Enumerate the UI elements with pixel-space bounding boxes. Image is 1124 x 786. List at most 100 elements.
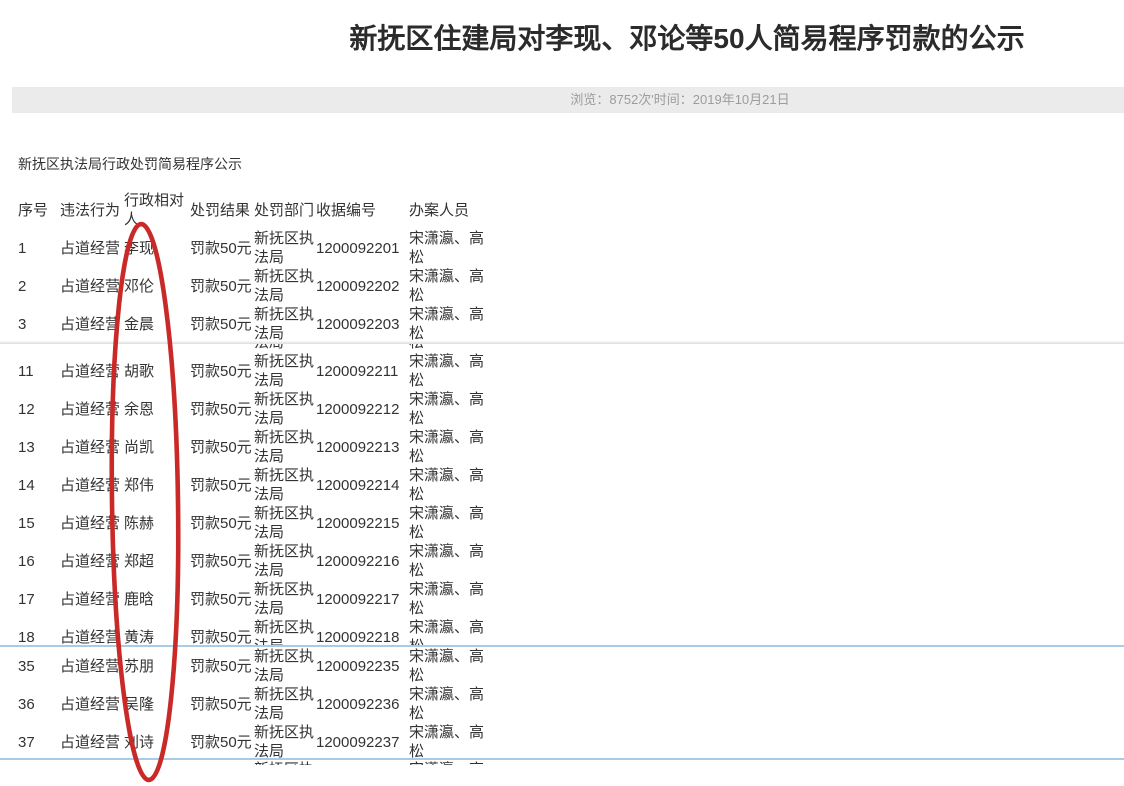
cell-department: 新抚区执法局 xyxy=(254,647,316,685)
cell-no: 13 xyxy=(18,428,60,466)
cell-person: 郑超 xyxy=(124,542,190,580)
penalty-table: 10 占道经营 罚款50元 新抚区执法局 1200092210 宋潇瀛、高松 1… xyxy=(18,344,489,645)
cell-person: 郑伟 xyxy=(124,466,190,504)
cell-no: 3 xyxy=(18,305,60,341)
cell-result: 罚款50元 xyxy=(190,542,254,580)
cell-department: 新抚区执法局 xyxy=(254,344,316,352)
table-row: 3 占道经营 金晨 罚款50元 新抚区执法局 1200092203 宋潇瀛、高松 xyxy=(18,305,489,341)
table-row: 37 占道经营 刘诗 罚款50元 新抚区执法局 1200092237 宋潇瀛、高… xyxy=(18,723,489,758)
cell-handlers: 宋潇瀛、高松 xyxy=(409,580,489,618)
table-row: 16 占道经营 郑超 罚款50元 新抚区执法局 1200092216 宋潇瀛、高… xyxy=(18,542,489,580)
cell-result: 罚款50元 xyxy=(190,352,254,390)
table-row: 1 占道经营 李现 罚款50元 新抚区执法局 1200092201 宋潇瀛、高松 xyxy=(18,229,489,267)
table-segment-2: 10 占道经营 罚款50元 新抚区执法局 1200092210 宋潇瀛、高松 1… xyxy=(0,344,1124,645)
cell-person: 刘诗 xyxy=(124,723,190,758)
cell-result: 罚款50元 xyxy=(190,504,254,542)
cell-handlers: 宋潇瀛、高松 xyxy=(409,685,489,723)
cell-department: 新抚区执法局 xyxy=(254,428,316,466)
cell-behavior: 占道经营 xyxy=(60,618,124,645)
cell-no: 17 xyxy=(18,580,60,618)
cell-result: 罚款50元 xyxy=(190,428,254,466)
cell-behavior: 占道经营 xyxy=(60,723,124,758)
cell-person: 李现 xyxy=(124,229,190,267)
cell-department: 新抚区执法局 xyxy=(254,466,316,504)
cell-behavior: 占道经营 xyxy=(60,504,124,542)
cell-person: 金晨 xyxy=(124,305,190,341)
col-header-receipt: 收据编号 xyxy=(316,191,409,229)
cell-department: 新抚区执法局 xyxy=(254,390,316,428)
cell-receipt: 1200092217 xyxy=(316,580,409,618)
cell-no: 12 xyxy=(18,390,60,428)
cell-handlers: 宋潇瀛、高松 xyxy=(409,504,489,542)
cell-behavior: 占道经营 xyxy=(60,466,124,504)
cell-handlers: 宋潇瀛、高松 xyxy=(409,428,489,466)
cell-receipt: 1200092203 xyxy=(316,305,409,341)
col-header-person: 行政相对人 xyxy=(124,191,190,229)
cell-result: 罚款50元 xyxy=(190,618,254,645)
cell-handlers: 宋潇瀛、高松 xyxy=(409,723,489,758)
cell-no: 10 xyxy=(18,344,60,352)
cell-person: 陈赫 xyxy=(124,504,190,542)
table-row: 14 占道经营 郑伟 罚款50元 新抚区执法局 1200092214 宋潇瀛、高… xyxy=(18,466,489,504)
table-row: 35 占道经营 苏朋 罚款50元 新抚区执法局 1200092235 宋潇瀛、高… xyxy=(18,647,489,685)
cell-no: 15 xyxy=(18,504,60,542)
table-header-row: 序号 违法行为 行政相对人 处罚结果 处罚部门 收据编号 办案人员 xyxy=(18,191,489,229)
table-row: 10 占道经营 罚款50元 新抚区执法局 1200092210 宋潇瀛、高松 xyxy=(18,344,489,352)
cell-receipt: 1200092212 xyxy=(316,390,409,428)
cell-receipt: 1200092237 xyxy=(316,723,409,758)
cell-department: 新抚区执法局 xyxy=(254,305,316,341)
cell-department: 新抚区执法局 xyxy=(254,580,316,618)
penalty-table: 序号 违法行为 行政相对人 处罚结果 处罚部门 收据编号 办案人员 1 占道经营… xyxy=(18,191,489,341)
cell-department: 新抚区执法局 xyxy=(254,723,316,758)
cell-department: 新抚区执法局 xyxy=(254,229,316,267)
cell-no: 35 xyxy=(18,647,60,685)
cell-receipt: 1200092201 xyxy=(316,229,409,267)
cell-person: 胡歌 xyxy=(124,352,190,390)
col-header-result: 处罚结果 xyxy=(190,191,254,229)
cell-receipt: 1200092236 xyxy=(316,685,409,723)
col-header-behavior: 违法行为 xyxy=(60,191,124,229)
table-row: 13 占道经营 尚凯 罚款50元 新抚区执法局 1200092213 宋潇瀛、高… xyxy=(18,428,489,466)
cell-handlers: 宋潇瀛、高松 xyxy=(409,390,489,428)
cell-result: 罚款50元 xyxy=(190,685,254,723)
cell-person: 吴隆 xyxy=(124,685,190,723)
cell-no: 16 xyxy=(18,542,60,580)
cell-handlers: 宋潇瀛、高松 xyxy=(409,542,489,580)
intro-line: 新抚区执法局行政处罚简易程序公示 xyxy=(18,156,1124,173)
cell-receipt: 1200092210 xyxy=(316,344,409,352)
cell-person: 苏朋 xyxy=(124,647,190,685)
cell-department: 新抚区执法局 xyxy=(254,352,316,390)
cell-person: 黄涛 xyxy=(124,618,190,645)
penalty-table: 35 占道经营 苏朋 罚款50元 新抚区执法局 1200092235 宋潇瀛、高… xyxy=(18,647,489,758)
cell-result: 罚款50元 xyxy=(190,647,254,685)
cell-department: 新抚区执法局 xyxy=(254,685,316,723)
cell-receipt: 1200092214 xyxy=(316,466,409,504)
cell-department: 新抚区执法局 xyxy=(254,267,316,305)
cell-no: 2 xyxy=(18,267,60,305)
cell-result: 罚款50元 xyxy=(190,305,254,341)
table-row: 36 占道经营 吴隆 罚款50元 新抚区执法局 1200092236 宋潇瀛、高… xyxy=(18,685,489,723)
cell-handlers: 宋潇瀛、高松 xyxy=(409,305,489,341)
col-header-no: 序号 xyxy=(18,191,60,229)
cell-result: 罚款50元 xyxy=(190,267,254,305)
cell-no: 14 xyxy=(18,466,60,504)
cell-handlers: 宋潇瀛、高松 xyxy=(409,229,489,267)
table-segment-3: 35 占道经营 苏朋 罚款50元 新抚区执法局 1200092235 宋潇瀛、高… xyxy=(0,647,1124,758)
cell-department: 新抚区执法局 xyxy=(254,504,316,542)
cell-behavior: 占道经营 xyxy=(60,229,124,267)
cell-department: 新抚区执法局 xyxy=(254,618,316,645)
cell-handlers: 宋潇瀛、高松 xyxy=(409,344,489,352)
cell-handlers: 宋潇瀛、高松 xyxy=(409,466,489,504)
cell-behavior: 占道经营 xyxy=(60,542,124,580)
cell-behavior: 占道经营 xyxy=(60,647,124,685)
cell-no: 11 xyxy=(18,352,60,390)
cell-behavior: 占道经营 xyxy=(60,352,124,390)
cell-person: 鹿晗 xyxy=(124,580,190,618)
page-title: 新抚区住建局对李现、邓论等50人简易程序罚款的公示 xyxy=(0,22,1124,56)
cell-receipt: 1200092211 xyxy=(316,352,409,390)
cell-handlers: 宋潇瀛、高松 xyxy=(409,618,489,645)
cell-handlers: 宋潇瀛、高松 xyxy=(409,352,489,390)
cell-receipt: 1200092218 xyxy=(316,618,409,645)
cell-person: 尚凯 xyxy=(124,428,190,466)
cell-result: 罚款50元 xyxy=(190,580,254,618)
